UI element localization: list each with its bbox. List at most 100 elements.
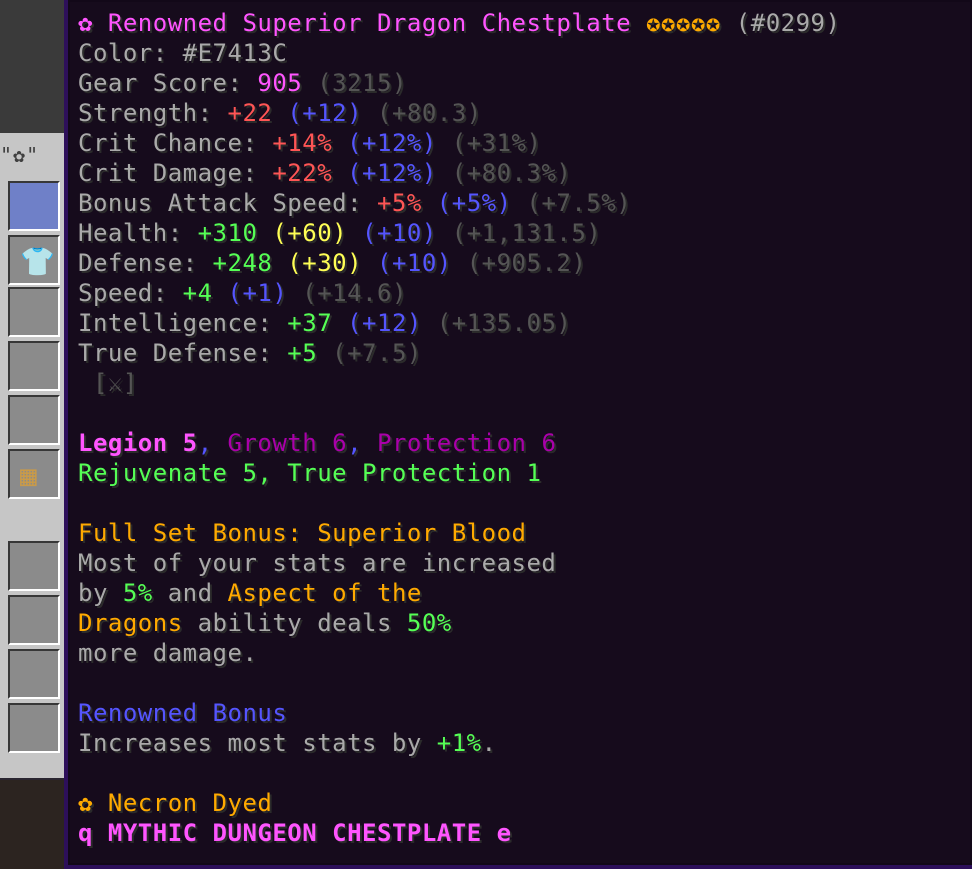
set-bonus-text: more damage. xyxy=(78,639,258,667)
color-line: Color: #E7413C xyxy=(78,38,972,68)
stat-reforge: (+10) xyxy=(362,219,437,247)
set-bonus-ability: Aspect of the xyxy=(227,579,422,607)
stat-value: +310 xyxy=(197,219,258,247)
stat-gem: (+60) xyxy=(272,219,348,247)
set-bonus-text: and xyxy=(152,579,228,607)
stat-dungeon: (+1,131.5) xyxy=(451,219,602,247)
stat-reforge: (+1) xyxy=(227,279,288,307)
set-bonus-ability: Dragons xyxy=(78,609,183,637)
set-bonus-line-3: Dragons ability deals 50% xyxy=(78,608,972,638)
stat-reforge: (+5%) xyxy=(436,189,512,217)
chestplate-icon: 👕 xyxy=(20,245,55,278)
set-bonus-text: Most of your stats are increased xyxy=(78,549,557,577)
stat-dungeon: (+905.2) xyxy=(466,249,587,277)
inventory-slot-selected[interactable] xyxy=(8,181,60,231)
set-bonus-title-text: Full Set Bonus: Superior Blood xyxy=(78,519,527,547)
inventory-slot[interactable] xyxy=(8,703,60,753)
stat-label: Health: xyxy=(78,219,198,247)
inventory-slot[interactable] xyxy=(8,287,60,337)
stat-label: Intelligence: xyxy=(78,309,288,337)
rarity-obfuscated-left: q xyxy=(78,819,93,847)
renowned-title-text: Renowned Bonus xyxy=(78,699,288,727)
color-value: #E7413C xyxy=(182,39,288,67)
rarity-obfuscated-right: e xyxy=(496,819,512,847)
renowned-bonus-title: Renowned Bonus xyxy=(78,698,972,728)
enchant-separator: , xyxy=(197,429,228,457)
rarity-text: MYTHIC DUNGEON CHESTPLATE xyxy=(107,819,482,847)
enchants-line-1: Legion 5, Growth 6, Protection 6 xyxy=(78,428,972,458)
inventory-slot-sign[interactable]: ▦ xyxy=(8,449,60,499)
item-id: (#0299) xyxy=(735,9,841,37)
stat-reforge: (+12) xyxy=(287,99,363,127)
inventory-slot[interactable] xyxy=(8,341,60,391)
stat-label: Bonus Attack Speed: xyxy=(78,189,377,217)
stat-value: +248 xyxy=(212,249,273,277)
stat-bonus-attack-speed: Bonus Attack Speed: +5% (+5%) (+7.5%) xyxy=(78,188,972,218)
stat-gem: (+30) xyxy=(287,249,363,277)
dyed-line: ✿ Necron Dyed xyxy=(78,788,972,818)
inventory-slot[interactable] xyxy=(8,649,60,699)
stat-dungeon: (+31%) xyxy=(451,129,542,157)
gem-slot-line: [⚔] xyxy=(78,368,972,398)
gear-score-value: 905 xyxy=(257,69,303,97)
renowned-text: Increases most stats by xyxy=(78,729,437,757)
gear-score-line: Gear Score: 905 (3215) xyxy=(78,68,972,98)
set-bonus-line-4: more damage. xyxy=(78,638,972,668)
inventory-divider xyxy=(0,503,62,539)
set-bonus-text: ability deals xyxy=(182,609,407,637)
enchant-protection: Protection 6 xyxy=(377,429,557,457)
enchant-legion: Legion 5 xyxy=(78,429,198,457)
renowned-period: . xyxy=(481,729,497,757)
stat-reforge: (+10) xyxy=(377,249,452,277)
stat-label: Strength: xyxy=(78,99,228,127)
enchant-list: Rejuvenate 5, True Protection 1 xyxy=(78,459,542,487)
stat-label: Crit Chance: xyxy=(78,129,273,157)
stat-label: Defense: xyxy=(78,249,213,277)
enchant-separator: , xyxy=(347,429,377,457)
item-name: Renowned Superior Dragon Chestplate xyxy=(107,9,632,37)
color-label: Color: xyxy=(78,39,183,67)
stat-strength: Strength: +22 (+12) (+80.3) xyxy=(78,98,972,128)
item-title: ✿ Renowned Superior Dragon Chestplate ✪✪… xyxy=(78,8,972,38)
gem-slot: [⚔] xyxy=(92,369,138,397)
stat-dungeon: (+80.3) xyxy=(377,99,482,127)
flower-icon: ✿ xyxy=(78,9,93,37)
stat-dungeon: (+135.05) xyxy=(436,309,572,337)
stat-dungeon: (+80.3%) xyxy=(451,159,572,187)
stat-reforge: (+12) xyxy=(347,309,422,337)
stat-value: +5% xyxy=(376,189,422,217)
stat-value: +14% xyxy=(272,129,333,157)
inventory-slot[interactable] xyxy=(8,595,60,645)
stat-value: +4 xyxy=(182,279,213,307)
stat-value: +22 xyxy=(227,99,273,127)
flower-icon: ✿ xyxy=(78,789,93,817)
stat-crit-damage: Crit Damage: +22% (+12%) (+80.3%) xyxy=(78,158,972,188)
stat-reforge: (+12%) xyxy=(347,159,437,187)
dyed-text: Necron Dyed xyxy=(107,789,273,817)
inventory-title: "✿" xyxy=(0,143,40,167)
set-bonus-percent: 5% xyxy=(122,579,153,607)
stat-label: True Defense: xyxy=(78,339,288,367)
enchant-growth: Growth 6 xyxy=(227,429,348,457)
inventory-slot-chestplate[interactable]: 👕 xyxy=(8,235,60,285)
inventory-slot[interactable] xyxy=(8,395,60,445)
stat-value: +5 xyxy=(287,339,318,367)
set-bonus-percent: 50% xyxy=(406,609,452,637)
stat-label: Crit Damage: xyxy=(78,159,273,187)
stat-value: +37 xyxy=(287,309,333,337)
renowned-percent: +1% xyxy=(436,729,482,757)
gear-score-extra: (3215) xyxy=(317,69,407,97)
set-bonus-text: by xyxy=(78,579,123,607)
stat-value: +22% xyxy=(272,159,333,187)
rarity-line: q MYTHIC DUNGEON CHESTPLATE e xyxy=(78,818,972,848)
stat-intelligence: Intelligence: +37 (+12) (+135.05) xyxy=(78,308,972,338)
inventory-slot[interactable] xyxy=(8,541,60,591)
stat-dungeon: (+7.5%) xyxy=(526,189,632,217)
stat-crit-chance: Crit Chance: +14% (+12%) (+31%) xyxy=(78,128,972,158)
enchants-line-2: Rejuvenate 5, True Protection 1 xyxy=(78,458,972,488)
stat-reforge: (+12%) xyxy=(347,129,437,157)
stat-speed: Speed: +4 (+1) (+14.6) xyxy=(78,278,972,308)
set-bonus-line-1: Most of your stats are increased xyxy=(78,548,972,578)
stat-dungeon: (+7.5) xyxy=(332,339,422,367)
sign-icon: ▦ xyxy=(20,459,37,492)
